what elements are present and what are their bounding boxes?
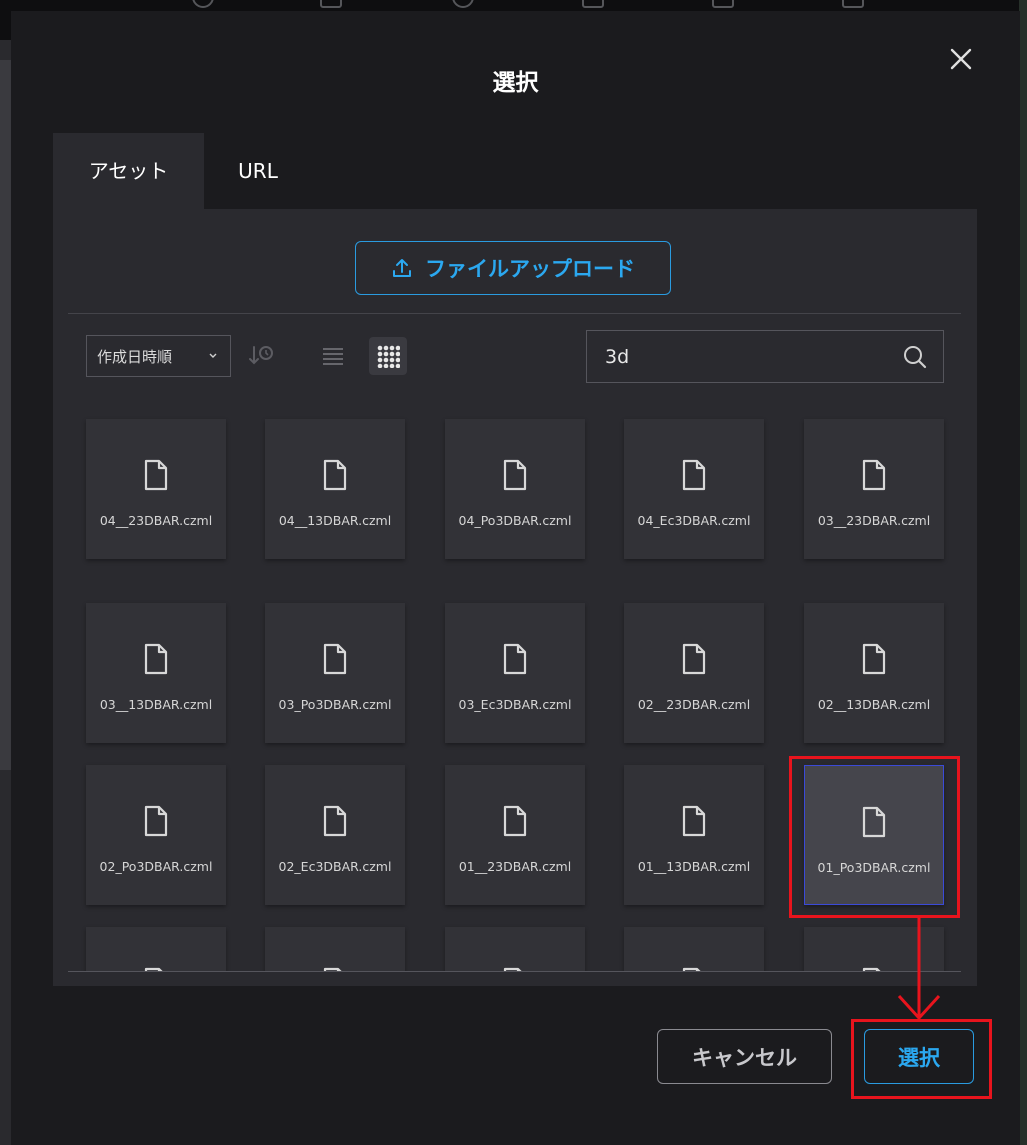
file-card[interactable]: 02_Po3DBAR.czml	[86, 765, 226, 905]
dialog-title: 選択	[492, 70, 539, 96]
tab-url[interactable]: URL	[204, 133, 312, 209]
file-card[interactable]: 04_Ec3DBAR.czml	[624, 419, 764, 559]
background-toolbar-icon	[582, 0, 604, 8]
file-icon	[323, 805, 347, 837]
file-card[interactable]: 04__23DBAR.czml	[86, 419, 226, 559]
file-icon	[144, 643, 168, 675]
upload-button-label: ファイルアップロード	[425, 257, 635, 281]
file-card[interactable]: 02__13DBAR.czml	[804, 603, 944, 743]
background-panel	[0, 60, 11, 770]
divider	[68, 313, 961, 314]
sort-order-button[interactable]	[249, 344, 275, 368]
file-card[interactable]: 02_Ec3DBAR.czml	[265, 765, 405, 905]
background-toolbar-icon	[320, 0, 342, 8]
file-name: 04_Ec3DBAR.czml	[637, 513, 751, 528]
file-name: 02__23DBAR.czml	[637, 697, 751, 712]
file-name: 03__13DBAR.czml	[99, 697, 213, 712]
chevron-down-icon	[209, 353, 217, 358]
file-card-partial[interactable]	[86, 927, 226, 971]
select-button[interactable]: 選択	[864, 1029, 974, 1084]
file-name: 02_Po3DBAR.czml	[99, 859, 213, 874]
file-icon	[503, 805, 527, 837]
file-name: 03_Po3DBAR.czml	[278, 697, 392, 712]
file-card-partial[interactable]	[804, 927, 944, 971]
file-icon	[323, 459, 347, 491]
file-icon	[503, 643, 527, 675]
close-icon[interactable]	[946, 44, 976, 74]
close-button[interactable]	[946, 44, 976, 74]
file-card[interactable]: 02__23DBAR.czml	[624, 603, 764, 743]
file-icon	[682, 643, 706, 675]
search-icon[interactable]	[903, 345, 927, 369]
file-card[interactable]: 03_Po3DBAR.czml	[265, 603, 405, 743]
file-name: 03__23DBAR.czml	[817, 513, 931, 528]
divider	[68, 971, 961, 972]
file-icon	[862, 643, 886, 675]
file-card[interactable]: 03__13DBAR.czml	[86, 603, 226, 743]
file-card[interactable]: 03_Ec3DBAR.czml	[445, 603, 585, 743]
file-icon	[144, 459, 168, 491]
search-box[interactable]	[586, 330, 944, 383]
file-card[interactable]: 01__13DBAR.czml	[624, 765, 764, 905]
file-card-selected[interactable]: 01_Po3DBAR.czml	[804, 765, 944, 905]
file-card[interactable]: 04__13DBAR.czml	[265, 419, 405, 559]
background-toolbar-icon	[712, 0, 734, 8]
file-name: 02_Ec3DBAR.czml	[278, 859, 392, 874]
sort-select[interactable]: 作成日時順	[86, 335, 231, 377]
file-name: 01__23DBAR.czml	[458, 859, 572, 874]
sort-select-value: 作成日時順	[97, 347, 173, 366]
cancel-button[interactable]: キャンセル	[657, 1029, 832, 1084]
file-icon	[862, 459, 886, 491]
file-name: 03_Ec3DBAR.czml	[458, 697, 572, 712]
file-name: 04__13DBAR.czml	[278, 513, 392, 528]
sort-order-icon	[249, 346, 273, 365]
file-icon	[682, 459, 706, 491]
file-icon	[323, 643, 347, 675]
file-name: 01_Po3DBAR.czml	[817, 860, 931, 875]
file-card-partial[interactable]	[624, 927, 764, 971]
background-toolbar-icon	[192, 0, 214, 8]
file-card[interactable]: 01__23DBAR.czml	[445, 765, 585, 905]
file-icon	[862, 806, 886, 838]
tab-asset[interactable]: アセット	[53, 133, 204, 209]
upload-file-button[interactable]: ファイルアップロード	[355, 241, 671, 295]
list-view-icon	[323, 348, 343, 365]
asset-panel: ファイルアップロード 作成日時順 3d 04__23DBAR.czml 04__…	[53, 209, 977, 986]
file-card-partial[interactable]	[265, 927, 405, 971]
file-name: 01__13DBAR.czml	[637, 859, 751, 874]
file-card[interactable]: 03__23DBAR.czml	[804, 419, 944, 559]
file-icon	[682, 805, 706, 837]
file-card[interactable]: 04_Po3DBAR.czml	[445, 419, 585, 559]
file-card-partial[interactable]	[445, 927, 585, 971]
file-name: 04_Po3DBAR.czml	[458, 513, 572, 528]
file-icon	[144, 805, 168, 837]
asset-select-dialog: 選択 アセット URL ファイルアップロード 作成日時順 3d 04__23DB…	[11, 11, 1020, 1145]
background-edge	[1019, 0, 1027, 1145]
list-view-button[interactable]	[321, 344, 345, 368]
background-toolbar-icon	[842, 0, 864, 8]
grid-view-icon	[377, 345, 400, 368]
file-icon	[503, 459, 527, 491]
upload-icon	[393, 259, 411, 277]
search-input[interactable]	[587, 344, 887, 369]
file-name: 04__23DBAR.czml	[99, 513, 213, 528]
file-name: 02__13DBAR.czml	[817, 697, 931, 712]
background-toolbar-icon	[452, 0, 474, 8]
grid-view-button[interactable]	[369, 337, 407, 375]
file-grid: 04__23DBAR.czml 04__13DBAR.czml 04_Po3DBAR…	[68, 409, 961, 971]
